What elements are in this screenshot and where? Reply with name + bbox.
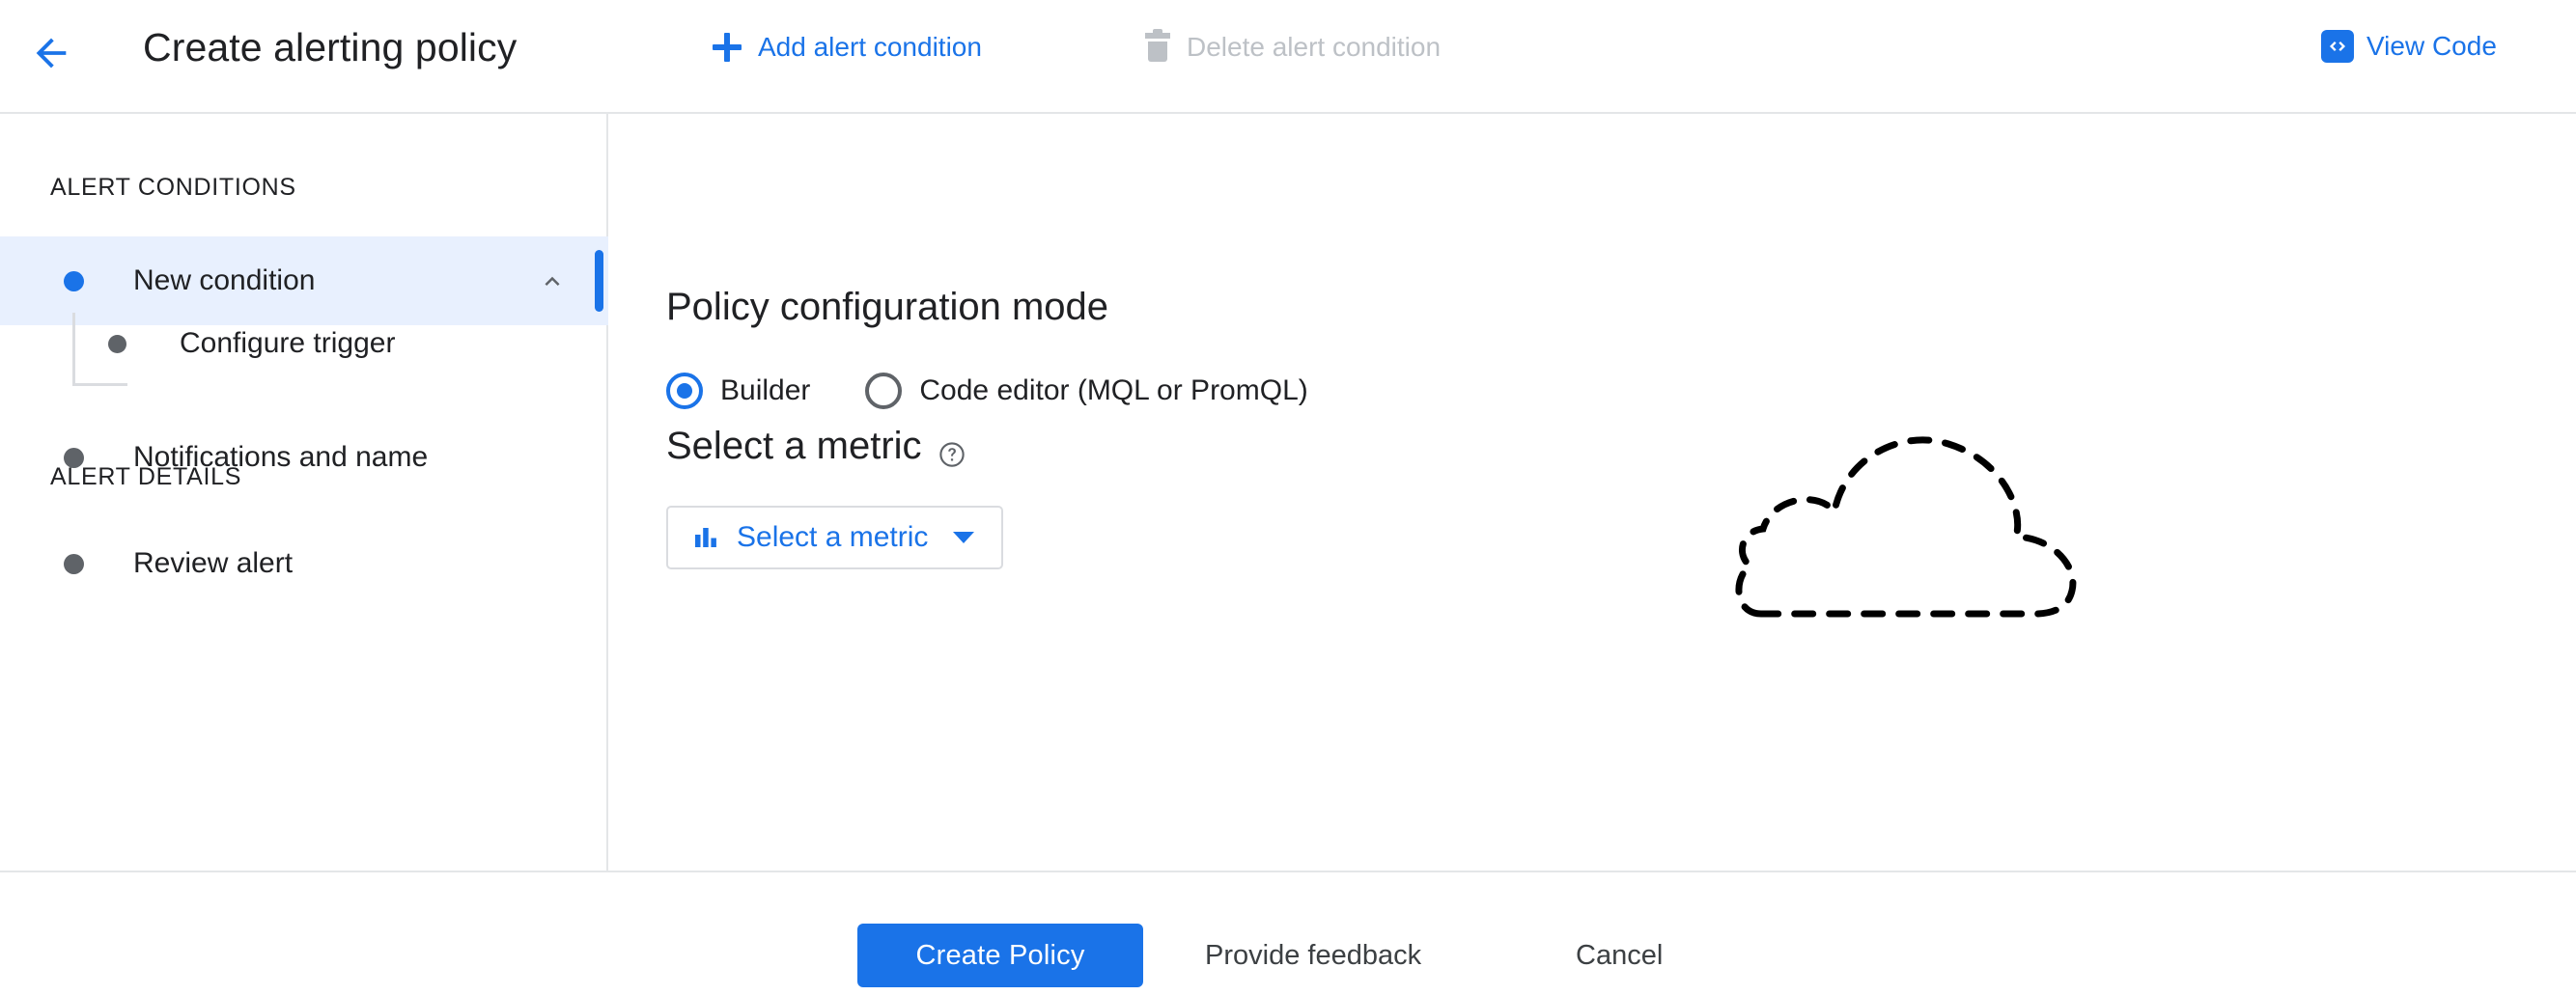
dashed-cloud-icon xyxy=(1728,374,2114,635)
add-alert-condition-button[interactable]: Add alert condition xyxy=(713,32,982,63)
sidebar-section-alert-conditions: ALERT CONDITIONS xyxy=(50,174,296,201)
select-a-metric-heading: Select a metric xyxy=(666,425,966,468)
bullet-dot-icon xyxy=(64,270,84,291)
sidebar-item-label: New condition xyxy=(133,264,316,296)
help-circle-icon[interactable] xyxy=(938,435,966,467)
arrow-left-icon xyxy=(36,38,67,69)
delete-alert-condition-label: Delete alert condition xyxy=(1187,32,1442,62)
policy-mode-radio-group: Builder Code editor (MQL or PromQL) xyxy=(666,373,1308,409)
sidebar-item-label: Configure trigger xyxy=(180,327,396,359)
footer-action-bar: Create Policy Provide feedback Cancel xyxy=(0,871,2576,995)
policy-configuration-mode-heading: Policy configuration mode xyxy=(666,286,1109,328)
radio-option-code-editor[interactable]: Code editor (MQL or PromQL) xyxy=(865,373,1308,409)
create-policy-button[interactable]: Create Policy xyxy=(857,924,1143,987)
radio-button-code-editor[interactable] xyxy=(865,373,903,409)
bar-chart-icon xyxy=(694,525,719,550)
sidebar-item-review-alert[interactable]: Review alert xyxy=(0,519,608,608)
provide-feedback-button[interactable]: Provide feedback xyxy=(1205,924,1421,987)
view-code-button[interactable]: View Code xyxy=(2321,30,2497,63)
add-alert-condition-label: Add alert condition xyxy=(758,32,982,62)
chevron-up-icon[interactable] xyxy=(538,266,567,295)
radio-label-code-editor: Code editor (MQL or PromQL) xyxy=(919,374,1308,406)
main-content: Policy configuration mode Builder Code e… xyxy=(608,114,2576,871)
sidebar-item-label: Review alert xyxy=(133,547,294,579)
delete-alert-condition-button[interactable]: Delete alert condition xyxy=(1145,29,1442,63)
select-a-metric-heading-text: Select a metric xyxy=(666,425,922,467)
caret-down-icon xyxy=(953,532,975,543)
page-title: Create alerting policy xyxy=(143,25,518,69)
code-brackets-icon xyxy=(2321,30,2354,63)
sidebar-item-configure-trigger[interactable]: Configure trigger xyxy=(0,299,608,388)
select-a-metric-dropdown[interactable]: Select a metric xyxy=(666,506,1004,569)
trash-icon xyxy=(1145,29,1170,62)
sidebar: ALERT CONDITIONS New condition Configure… xyxy=(0,114,608,871)
radio-option-builder[interactable]: Builder xyxy=(666,373,810,409)
sidebar-item-label: Notifications and name xyxy=(133,441,429,473)
radio-button-builder[interactable] xyxy=(666,373,703,409)
plus-icon xyxy=(713,33,742,62)
bullet-dot-icon xyxy=(64,447,84,468)
bullet-dot-icon xyxy=(108,334,126,353)
bullet-dot-icon xyxy=(64,553,84,574)
radio-label-builder: Builder xyxy=(720,374,811,406)
app-header: Create alerting policy Add alert conditi… xyxy=(0,0,2576,114)
view-code-label: View Code xyxy=(2366,31,2497,61)
sidebar-item-notifications-and-name[interactable]: Notifications and name xyxy=(0,413,608,502)
back-button[interactable] xyxy=(29,31,73,75)
select-a-metric-dropdown-label: Select a metric xyxy=(737,521,929,553)
cancel-button[interactable]: Cancel xyxy=(1576,924,1663,987)
